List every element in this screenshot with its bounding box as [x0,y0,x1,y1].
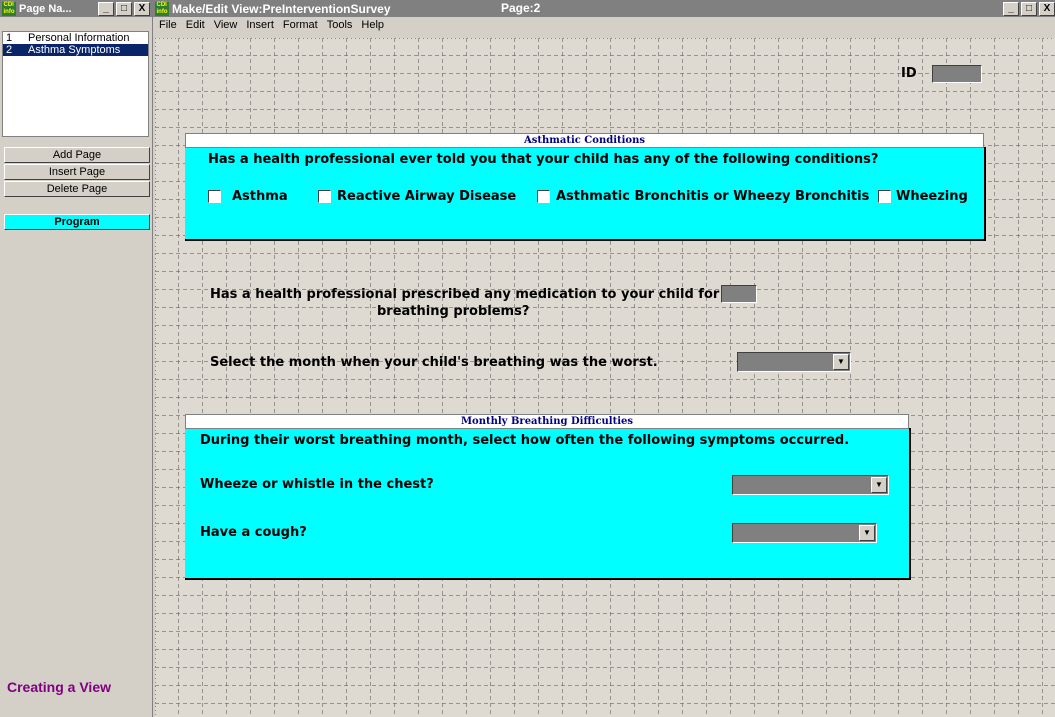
close-icon[interactable]: X [134,1,150,16]
cough-question: Have a cough? [200,525,307,540]
menu-file[interactable]: File [159,19,177,31]
page-list-item-selected[interactable]: 2 Asthma Symptoms [3,44,148,56]
group-header: Asthmatic Conditions [185,133,984,148]
checkbox-wheezing[interactable]: Wheezing [878,189,968,204]
monthly-breathing-group[interactable]: Monthly Breathing Difficulties During th… [185,414,911,580]
menu-bar: File Edit View Insert Format Tools Help [153,17,1055,33]
app-icon: CDI info [2,1,16,16]
medication-question-line1: Has a health professional prescribed any… [210,287,720,302]
chevron-down-icon[interactable]: ▼ [871,477,887,493]
maximize-icon[interactable]: □ [116,1,132,16]
menu-view[interactable]: View [214,19,238,31]
checkbox-icon[interactable] [537,190,550,203]
checkbox-icon[interactable] [318,190,331,203]
menu-insert[interactable]: Insert [246,19,274,31]
view-editor-window: CDI info Make/Edit View:PreInterventionSu… [153,0,1055,717]
chevron-down-icon[interactable]: ▼ [859,525,875,541]
window-title: Make/Edit View:PreInterventionSurvey [172,1,391,16]
checkbox-asthmatic-bronchitis[interactable]: Asthmatic Bronchitis or Wheezy Bronchiti… [537,189,869,204]
month-dropdown[interactable]: ▼ [737,352,851,372]
design-canvas[interactable]: ID Asthmatic Conditions Has a health pro… [155,38,1055,717]
status-text: Creating a View [7,679,112,695]
page-indicator: Page:2 [501,1,541,15]
program-button[interactable]: Program [4,214,150,230]
page-list-item[interactable]: 1 Personal Information [3,32,148,44]
id-field[interactable] [932,65,982,83]
page-number: 1 [6,32,13,44]
minimize-icon[interactable]: _ [1003,2,1019,16]
checkbox-icon[interactable] [208,190,221,203]
insert-page-button[interactable]: Insert Page [4,164,150,180]
view-editor-titlebar[interactable]: CDI info Make/Edit View:PreInterventionSu… [153,0,1055,17]
menu-tools[interactable]: Tools [327,19,353,31]
delete-page-button[interactable]: Delete Page [4,181,150,197]
menu-help[interactable]: Help [361,19,384,31]
page-number: 2 [6,44,13,56]
checkbox-label: Asthmatic Bronchitis or Wheezy Bronchiti… [556,189,870,204]
close-icon[interactable]: X [1039,2,1055,16]
id-label: ID [901,66,917,81]
checkbox-reactive-airway[interactable]: Reactive Airway Disease [318,189,516,204]
chevron-down-icon[interactable]: ▼ [833,354,849,370]
cough-frequency-dropdown[interactable]: ▼ [732,523,877,543]
page-list-titlebar[interactable]: CDI info Page Na... _ □ X [0,0,152,17]
group-header: Monthly Breathing Difficulties [185,414,909,429]
app-icon: CDI info [155,1,169,16]
menu-edit[interactable]: Edit [186,19,205,31]
page-list-window: CDI info Page Na... _ □ X 1 Personal Infor… [0,0,153,717]
page-name: Asthma Symptoms [28,44,121,56]
conditions-question: Has a health professional ever told you … [208,152,879,167]
medication-field[interactable] [721,285,757,303]
maximize-icon[interactable]: □ [1021,2,1037,16]
month-question: Select the month when your child's breat… [210,355,658,370]
minimize-icon[interactable]: _ [98,1,114,16]
asthmatic-conditions-group[interactable]: Asthmatic Conditions Has a health profes… [185,133,986,241]
page-list-title: Page Na... [19,2,72,15]
checkbox-icon[interactable] [878,190,891,203]
checkbox-label: Wheezing [896,189,968,204]
medication-question-line2: breathing problems? [377,304,530,319]
add-page-button[interactable]: Add Page [4,147,150,163]
page-list[interactable]: 1 Personal Information 2 Asthma Symptoms [2,31,149,137]
checkbox-asthma[interactable]: Asthma [208,189,288,204]
menu-format[interactable]: Format [283,19,318,31]
monthly-intro: During their worst breathing month, sele… [200,433,850,448]
page-name: Personal Information [28,32,130,44]
wheeze-question: Wheeze or whistle in the chest? [200,477,434,492]
wheeze-frequency-dropdown[interactable]: ▼ [732,475,889,495]
checkbox-label: Reactive Airway Disease [337,189,517,204]
checkbox-label: Asthma [232,189,288,204]
